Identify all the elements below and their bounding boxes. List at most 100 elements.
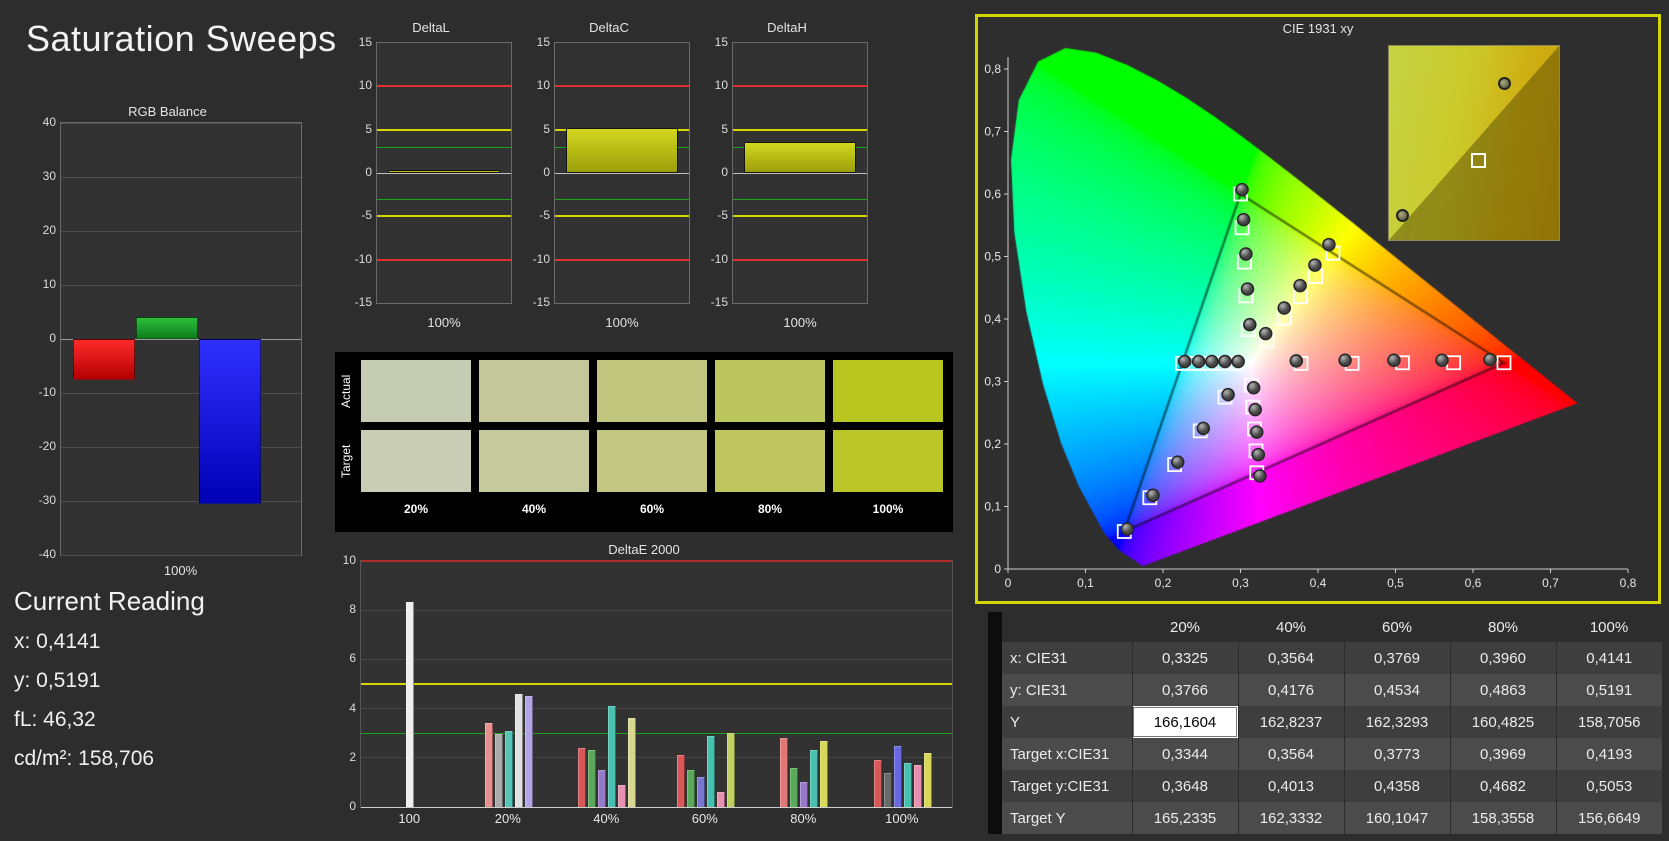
table-cell[interactable]: 0,3325 xyxy=(1131,642,1238,674)
table-cell[interactable]: 156,6649 xyxy=(1555,802,1662,834)
y-tick-label: 0 xyxy=(543,165,550,179)
table-cell[interactable]: 162,3293 xyxy=(1343,706,1450,738)
table-cell[interactable]: 0,3969 xyxy=(1449,738,1556,770)
deltae-bar xyxy=(913,765,922,807)
x-tick-label: 0,5 xyxy=(1387,576,1404,590)
actual-swatch xyxy=(361,360,471,422)
table-cell[interactable]: 0,4141 xyxy=(1555,642,1662,674)
y-tick-label: -15 xyxy=(354,295,372,309)
table-cell[interactable]: 0,3344 xyxy=(1131,738,1238,770)
measured-marker xyxy=(1243,317,1257,332)
grid-line xyxy=(733,258,867,261)
y-tick-label: 15 xyxy=(536,35,550,49)
table-cell[interactable]: 0,4682 xyxy=(1449,770,1556,802)
table-cell[interactable]: 0,3564 xyxy=(1237,642,1344,674)
table-cell[interactable]: 0,5053 xyxy=(1555,770,1662,802)
table-cell[interactable]: 166,1604 xyxy=(1131,706,1238,738)
grid-line xyxy=(733,128,867,131)
table-row-label: x: CIE31 xyxy=(1002,642,1132,674)
x-tick-label: 100 xyxy=(398,811,421,826)
table-cell[interactable]: 0,3648 xyxy=(1131,770,1238,802)
table-cell[interactable]: 160,1047 xyxy=(1343,802,1450,834)
y-tick-label: 5 xyxy=(365,121,372,136)
rgb-balance-title: RGB Balance xyxy=(128,104,207,119)
deltae-bar xyxy=(578,747,587,807)
x-tick-label: 0,2 xyxy=(1155,576,1172,590)
table-cell[interactable]: 0,3960 xyxy=(1449,642,1556,674)
deltae-bar xyxy=(608,706,617,807)
delta-bar xyxy=(743,141,857,173)
table-cell[interactable]: 160,4825 xyxy=(1449,706,1556,738)
measured-marker xyxy=(1277,301,1291,315)
y-tick-label: 5 xyxy=(543,121,550,136)
inset-measured-marker xyxy=(1395,208,1409,222)
actual-swatch xyxy=(597,360,707,422)
grid-line xyxy=(377,258,511,261)
table-cell[interactable]: 0,4193 xyxy=(1555,738,1662,770)
grid-line xyxy=(361,708,952,710)
table-cell[interactable]: 0,5191 xyxy=(1555,674,1662,706)
measured-marker xyxy=(1196,421,1211,436)
table-cell[interactable]: 0,4176 xyxy=(1237,674,1344,706)
delta-l-title: DeltaL xyxy=(412,20,450,35)
deltae-bar xyxy=(628,718,637,807)
grid-line xyxy=(61,230,301,232)
deltae-bar xyxy=(588,750,597,807)
table-gutter-cell xyxy=(988,738,1002,770)
delta-bar xyxy=(565,127,679,173)
grid-line xyxy=(361,732,952,734)
table-cell[interactable]: 0,3769 xyxy=(1343,642,1450,674)
y-tick-label: 40 xyxy=(42,115,56,129)
rgb-balance-x-label: 100% xyxy=(163,563,198,578)
measured-marker xyxy=(1338,353,1352,367)
measured-marker xyxy=(1435,353,1449,367)
table-cell[interactable]: 158,7056 xyxy=(1555,706,1662,738)
actual-swatch xyxy=(479,360,589,422)
table-cell[interactable]: 158,3558 xyxy=(1449,802,1556,834)
measured-marker xyxy=(1146,488,1160,502)
table-cell[interactable]: 0,4534 xyxy=(1343,674,1450,706)
table-cell[interactable]: 165,2335 xyxy=(1131,802,1238,834)
grid-line xyxy=(733,215,867,218)
measurement-table: 20% 40% 60% 80% 100% x: CIE31 0,3325 0,3564 0,37… xyxy=(988,612,1662,834)
measured-marker xyxy=(1239,247,1253,261)
grid-line xyxy=(361,806,952,808)
table-row: y: CIE31 0,3766 0,4176 0,4534 0,4863 0,5191 xyxy=(988,674,1662,706)
y-tick-label: 0,7 xyxy=(984,125,1001,139)
grid-line xyxy=(377,146,511,148)
table-cell[interactable]: 0,3766 xyxy=(1131,674,1238,706)
cie-zoom-inset xyxy=(1388,45,1560,241)
table-cell[interactable]: 162,8237 xyxy=(1237,706,1344,738)
table-cell[interactable]: 0,4013 xyxy=(1237,770,1344,802)
table-header-blank xyxy=(1002,612,1132,642)
y-tick-label: 0,8 xyxy=(984,62,1001,76)
table-cell[interactable]: 0,4358 xyxy=(1343,770,1450,802)
y-tick-label: 30 xyxy=(42,169,56,183)
measured-marker xyxy=(1250,425,1264,439)
swatch-col-label: 40% xyxy=(521,502,547,516)
reading-x: x: 0,4141 xyxy=(14,630,101,653)
rgb-balance-plot xyxy=(60,122,302,556)
table-cell[interactable]: 0,4863 xyxy=(1449,674,1556,706)
measured-marker xyxy=(1177,354,1192,369)
grid-line xyxy=(61,176,301,178)
table-cell[interactable]: 0,3564 xyxy=(1237,738,1344,770)
y-tick-label: -5 xyxy=(717,208,728,223)
table-gutter-cell xyxy=(988,674,1002,706)
deltae-bar xyxy=(726,733,735,807)
table-cell[interactable]: 162,3332 xyxy=(1237,802,1344,834)
table-gutter-cell xyxy=(988,770,1002,802)
swatch-col-label: 80% xyxy=(757,502,783,516)
x-tick-label: 60% xyxy=(691,811,718,826)
inset-measured-marker xyxy=(1497,77,1511,91)
y-tick-label: 0,4 xyxy=(984,312,1001,326)
delta-c-plot xyxy=(554,42,690,304)
deltae-bar xyxy=(524,696,533,807)
x-tick-label: 0,1 xyxy=(1077,576,1094,590)
page-title: Saturation Sweeps xyxy=(26,18,337,59)
table-corner xyxy=(988,612,1002,642)
table-cell[interactable]: 0,3773 xyxy=(1343,738,1450,770)
deltae-bar xyxy=(790,767,799,807)
x-tick-label: 0,6 xyxy=(1465,576,1482,590)
inset-gamut-shade xyxy=(1389,46,1559,240)
